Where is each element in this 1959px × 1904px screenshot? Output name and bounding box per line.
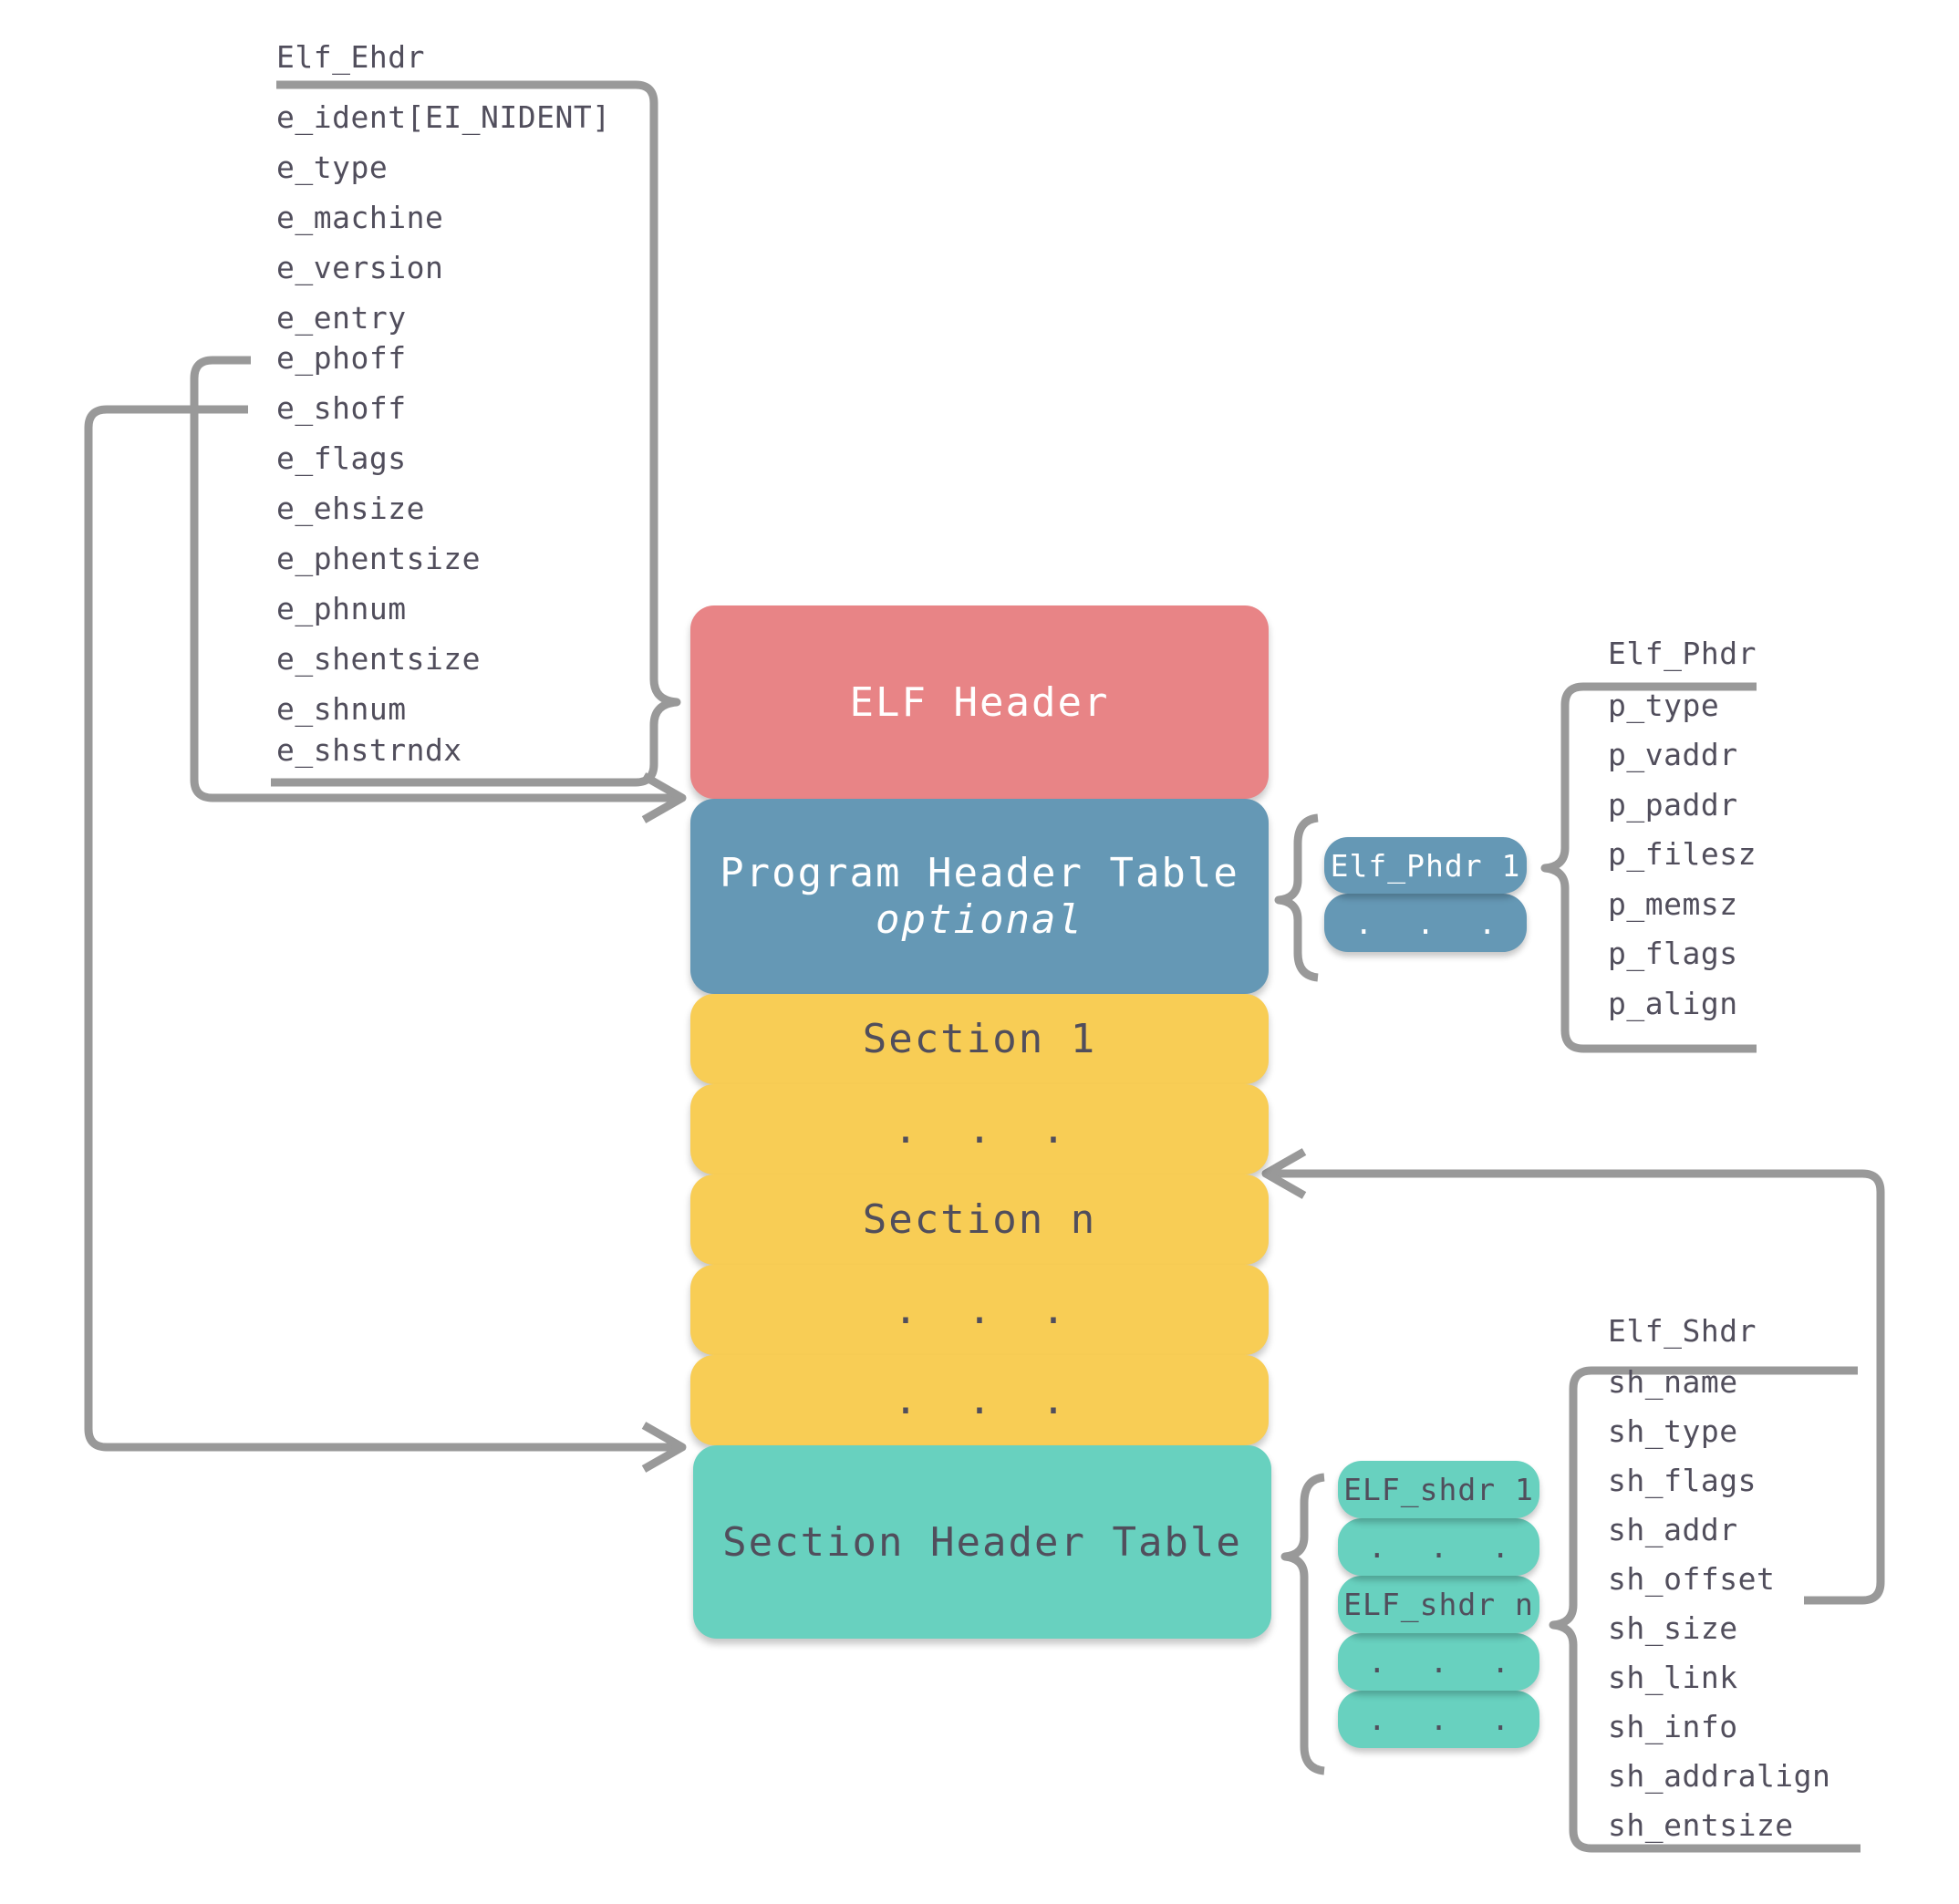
- ehdr-field-e-shoff: e_shoff: [276, 390, 407, 426]
- phdr-field: p_vaddr: [1608, 737, 1738, 772]
- phdr-field: p_memsz: [1608, 886, 1738, 922]
- ehdr-field: e_phnum: [276, 591, 407, 626]
- phdr-title: Elf_Phdr: [1608, 636, 1757, 671]
- shdr-field: sh_addralign: [1608, 1758, 1831, 1794]
- shdr-entry[interactable]: . . .: [1338, 1518, 1539, 1576]
- ehdr-field: e_ident[EI_NIDENT]: [276, 99, 611, 135]
- ellipsis-label: . . .: [1354, 905, 1509, 941]
- section-n-block[interactable]: Section n: [690, 1174, 1269, 1265]
- elf-header-label: ELF Header: [849, 678, 1110, 726]
- shdr-field: sh_info: [1608, 1709, 1738, 1744]
- shdr-field: sh_name: [1608, 1364, 1738, 1400]
- ehdr-field: e_machine: [276, 200, 444, 235]
- shdr-entry[interactable]: . . .: [1338, 1691, 1539, 1748]
- ellipsis-label: . . .: [893, 1377, 1079, 1423]
- phdr-field: p_filesz: [1608, 836, 1757, 872]
- section-label: Section 1: [862, 1016, 1097, 1062]
- shdr-title: Elf_Shdr: [1608, 1313, 1757, 1349]
- ellipsis-label: . . .: [1367, 1529, 1523, 1565]
- shdr-entry-label: ELF_shdr n: [1343, 1587, 1534, 1622]
- ehdr-field: e_entry: [276, 300, 407, 336]
- phdr-entry[interactable]: Elf_Phdr 1: [1324, 837, 1527, 894]
- pht-optional-note: optional: [876, 896, 1083, 943]
- ehdr-field: e_phentsize: [276, 541, 482, 576]
- phdr-entry[interactable]: . . .: [1324, 894, 1527, 952]
- section-header-table-block[interactable]: Section Header Table: [693, 1445, 1271, 1639]
- phdr-field: p_align: [1608, 986, 1738, 1021]
- section-block[interactable]: . . .: [690, 1265, 1269, 1355]
- phdr-field: p_flags: [1608, 936, 1738, 971]
- ehdr-field: e_type: [276, 150, 389, 185]
- ehdr-field: e_shentsize: [276, 641, 482, 677]
- shdr-field: sh_type: [1608, 1413, 1738, 1449]
- ehdr-title: Elf_Ehdr: [276, 39, 425, 75]
- elf-header-block[interactable]: ELF Header: [690, 605, 1269, 799]
- shdr-entry-label: ELF_shdr 1: [1343, 1472, 1534, 1507]
- pht-label: Program Header Table: [720, 850, 1239, 896]
- sht-brace: [1280, 1473, 1325, 1775]
- shdr-field: sh_link: [1608, 1660, 1738, 1695]
- section-block[interactable]: . . .: [690, 1084, 1269, 1174]
- phdr-entry-label: Elf_Phdr 1: [1330, 847, 1521, 884]
- ellipsis-label: . . .: [893, 1287, 1079, 1333]
- section-block[interactable]: . . .: [690, 1355, 1269, 1445]
- shdr-field: sh_flags: [1608, 1463, 1757, 1498]
- pht-brace: [1274, 813, 1319, 982]
- program-header-table-block[interactable]: Program Header Table optional: [690, 799, 1269, 994]
- section-block[interactable]: Section 1: [690, 994, 1269, 1084]
- ehdr-bracket: [271, 80, 681, 787]
- ehdr-field: e_ehsize: [276, 491, 425, 526]
- section-label: Section n: [862, 1196, 1097, 1243]
- phdr-field: p_paddr: [1608, 787, 1738, 823]
- sht-label: Section Header Table: [722, 1518, 1242, 1566]
- ehdr-field: e_shnum: [276, 691, 407, 727]
- ehdr-field: e_flags: [276, 440, 407, 476]
- phdr-field: p_type: [1608, 688, 1720, 723]
- shdr-field: sh_size: [1608, 1610, 1738, 1646]
- shdr-field-sh-offset: sh_offset: [1608, 1561, 1776, 1597]
- ehdr-field: e_version: [276, 250, 444, 285]
- ellipsis-label: . . .: [1367, 1644, 1523, 1680]
- ellipsis-label: . . .: [893, 1106, 1079, 1153]
- ehdr-field-e-phoff: e_phoff: [276, 340, 407, 376]
- shdr-entry[interactable]: . . .: [1338, 1633, 1539, 1691]
- ehdr-field: e_shstrndx: [276, 732, 462, 768]
- shdr-field: sh_addr: [1608, 1512, 1738, 1547]
- ellipsis-label: . . .: [1367, 1702, 1523, 1737]
- shdr-entry[interactable]: ELF_shdr n: [1338, 1576, 1539, 1633]
- shdr-field: sh_entsize: [1608, 1807, 1794, 1843]
- shdr-entry[interactable]: ELF_shdr 1: [1338, 1461, 1539, 1518]
